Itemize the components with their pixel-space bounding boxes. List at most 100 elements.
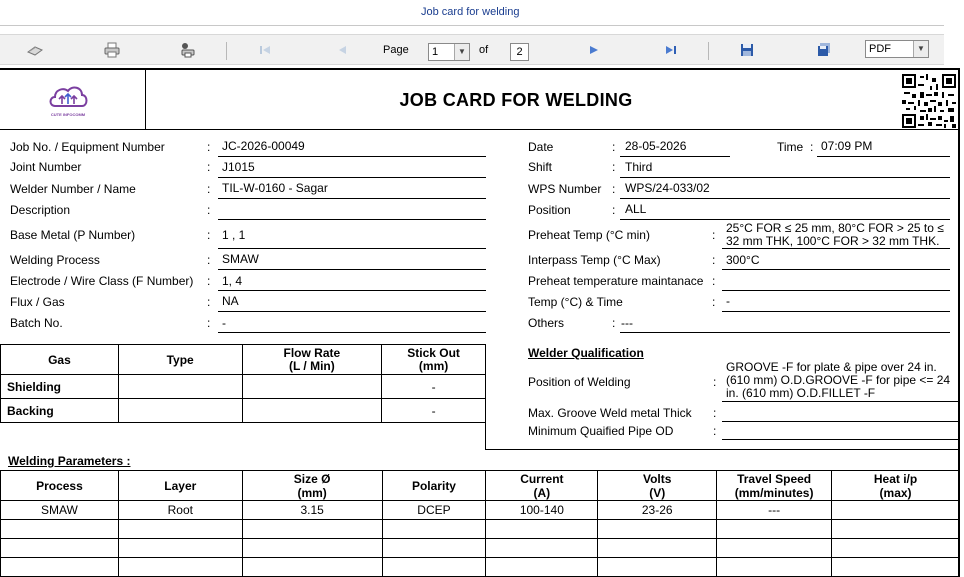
previous-page-icon[interactable] [333, 41, 351, 59]
field-label: Position of Welding [528, 375, 631, 389]
base-metal-value: 1 , 1 [222, 228, 246, 242]
underline [620, 219, 950, 220]
table-cell [485, 519, 599, 539]
company-logo: CUTE INFOCOMM [0, 70, 146, 130]
next-page-icon[interactable] [585, 41, 603, 59]
welding-parameters-table: Process Layer Size Ø (mm) Polarity Curre… [0, 470, 960, 577]
welding-process-value: SMAW [222, 252, 259, 266]
field-label: Joint Number [10, 160, 82, 174]
table-cell [117, 538, 243, 558]
welder-qualification-section: Welder Qualification Position of Welding… [485, 344, 958, 450]
page-number-value: 1 [432, 46, 439, 58]
preheat-temp-value: 25°C FOR ≤ 25 mm, 80°C FOR > 25 to ≤ 32 … [726, 221, 944, 248]
field-label: Minimum Quaified Pipe OD [528, 424, 674, 438]
cloud-logo-icon [49, 86, 88, 107]
table-cell [831, 557, 960, 577]
colon: : [207, 140, 211, 154]
document-header: CUTE INFOCOMM JOB CARD FOR WELDING [0, 70, 958, 130]
underline [620, 156, 730, 157]
underline [620, 332, 950, 333]
underline [218, 290, 486, 291]
underline [218, 198, 486, 199]
table-row: Shielding - [0, 374, 486, 399]
toolbar-separator [708, 42, 709, 60]
last-page-icon[interactable] [662, 41, 680, 59]
field-label: Max. Groove Weld metal Thick [528, 406, 692, 420]
chevron-down-icon[interactable]: ▼ [454, 44, 469, 60]
underline [722, 269, 950, 270]
page-number-select[interactable]: 1 ▼ [428, 43, 470, 61]
table-cell: 23-26 [597, 500, 718, 520]
of-label: of [479, 44, 489, 56]
time-value: 07:09 PM [821, 139, 873, 153]
table-header: Size Ø (mm) [241, 470, 383, 501]
table-row [0, 557, 960, 577]
table-header-row: Process Layer Size Ø (mm) Polarity Curre… [0, 470, 960, 501]
colon: : [207, 316, 211, 330]
welding-parameters-heading: Welding Parameters : [8, 454, 131, 468]
field-label: Preheat temperature maintanace [528, 274, 704, 288]
underline [218, 219, 486, 220]
export-save-icon[interactable] [815, 41, 833, 59]
temp-time-value: - [726, 294, 730, 308]
table-header: Travel Speed (mm/minutes) [716, 470, 833, 501]
first-page-icon[interactable] [256, 41, 274, 59]
colon: : [810, 140, 814, 154]
export-format-value: PDF [869, 43, 891, 55]
underline [722, 401, 958, 402]
colon: : [612, 160, 616, 174]
table-cell [831, 519, 960, 539]
save-icon[interactable] [738, 41, 756, 59]
colon: : [207, 182, 211, 196]
interpass-temp-value: 300°C [726, 253, 760, 267]
table-row: Backing - [0, 398, 486, 423]
field-label: Job No. / Equipment Number [10, 140, 165, 154]
print-icon[interactable] [103, 41, 121, 59]
scan-icon[interactable] [26, 41, 44, 59]
export-format-select[interactable]: PDF ▼ [865, 40, 929, 58]
table-cell [597, 519, 718, 539]
field-label: Temp (°C) & Time [528, 295, 623, 309]
window-titlebar: Job card for welding [0, 0, 944, 26]
colon: : [612, 203, 616, 217]
table-header: Gas [0, 344, 119, 375]
field-label: Welder Number / Name [10, 182, 136, 196]
table-header: Flow Rate (L / Min) [241, 344, 383, 375]
welder-value: TIL-W-0160 - Sagar [222, 181, 328, 195]
table-header: Type [117, 344, 243, 375]
table-cell [117, 557, 243, 577]
table-row [0, 519, 960, 539]
table-cell: SMAW [0, 500, 119, 520]
table-cell [597, 557, 718, 577]
underline [218, 156, 486, 157]
table-header: Current (A) [485, 470, 599, 501]
window-title[interactable]: Job card for welding [421, 6, 519, 18]
others-value: --- [621, 316, 633, 330]
chevron-down-icon[interactable]: ▼ [913, 41, 928, 57]
underline [218, 311, 486, 312]
table-cell [241, 374, 383, 399]
qr-code-icon [902, 74, 956, 128]
field-label: Flux / Gas [10, 295, 65, 309]
table-cell: --- [716, 500, 833, 520]
welder-qualification-heading: Welder Qualification [528, 346, 644, 360]
date-value: 28-05-2026 [625, 139, 687, 153]
table-header: Heat i/p (max) [831, 470, 960, 501]
time-label: Time [777, 140, 804, 154]
underline [620, 177, 950, 178]
flux-gas-value: NA [222, 294, 239, 308]
table-header: Layer [117, 470, 243, 501]
table-cell: - [381, 398, 486, 423]
report-toolbar: Page 1 ▼ of 2 PDF ▼ [0, 34, 944, 65]
table-cell: 100-140 [485, 500, 599, 520]
colon: : [712, 274, 716, 288]
field-label: Welding Process [10, 253, 100, 267]
table-header: Process [0, 470, 119, 501]
field-label: Electrode / Wire Class (F Number) [10, 274, 194, 288]
job-number-value: JC-2026-00049 [222, 139, 305, 153]
colon: : [713, 424, 717, 438]
table-cell [241, 557, 383, 577]
electrode-value: 1, 4 [222, 274, 243, 288]
table-cell: Root [117, 500, 243, 520]
print-settings-icon[interactable] [179, 41, 197, 59]
